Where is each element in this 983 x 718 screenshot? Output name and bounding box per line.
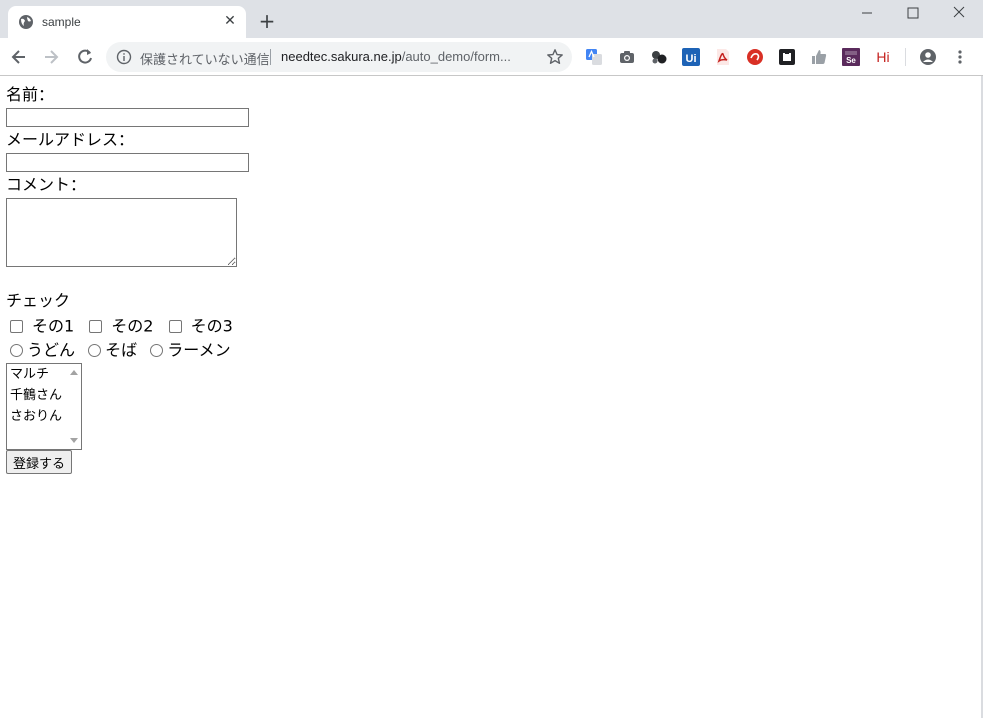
tab-title: sample	[42, 15, 81, 29]
comment-textarea[interactable]	[6, 198, 237, 267]
scroll-up-arrow-icon[interactable]	[70, 370, 78, 375]
thumbs-up-extension-icon[interactable]	[810, 48, 828, 66]
list-scrollbar[interactable]	[66, 364, 81, 449]
window-close-icon[interactable]	[936, 2, 982, 24]
url-host: needtec.sakura.ne.jp	[281, 49, 402, 64]
scroll-down-arrow-icon[interactable]	[70, 438, 78, 443]
check-heading: チェック	[6, 291, 71, 310]
minimize-icon[interactable]	[844, 2, 890, 24]
tab-close-icon[interactable]: ✕	[222, 13, 238, 29]
checkbox[interactable]	[89, 320, 103, 333]
checkbox-group: その1 その2 その3	[10, 316, 243, 336]
selenium-extension-icon[interactable]: Se	[842, 48, 860, 66]
radio-group: うどん そば ラーメン	[10, 340, 241, 360]
profile-avatar-icon[interactable]	[919, 48, 937, 66]
svg-text:Ui: Ui	[686, 53, 697, 65]
url-divider	[270, 49, 271, 65]
hi-extension-icon[interactable]: Hi	[874, 48, 892, 66]
camera-extension-icon[interactable]	[618, 48, 636, 66]
comment-label: コメント：	[6, 175, 87, 194]
checkbox-label: その3	[190, 316, 233, 336]
url-text[interactable]: needtec.sakura.ne.jp/auto_demo/form...	[281, 49, 511, 64]
radio-label: そば	[105, 340, 138, 360]
toolbar-divider	[905, 48, 906, 66]
svg-text:Se: Se	[846, 56, 856, 65]
more-menu-icon[interactable]	[951, 48, 969, 66]
radio-label: うどん	[27, 340, 76, 360]
info-icon[interactable]	[116, 49, 132, 65]
name-input[interactable]	[6, 108, 249, 127]
radio-button[interactable]	[150, 344, 164, 357]
checkbox[interactable]	[10, 320, 23, 333]
reload-icon[interactable]	[75, 47, 95, 67]
checkbox-option-1[interactable]: その1	[10, 316, 74, 337]
svg-text:Hi: Hi	[876, 49, 889, 65]
email-input[interactable]	[6, 153, 249, 172]
security-label: 保護されていない通信	[140, 53, 270, 68]
email-label: メールアドレス：	[6, 130, 135, 149]
black-square-extension-icon[interactable]	[778, 48, 796, 66]
tab-strip: sample ✕ +	[0, 0, 983, 38]
submit-button[interactable]: 登録する	[6, 450, 73, 474]
back-icon[interactable]	[9, 47, 29, 67]
radio-button[interactable]	[10, 344, 23, 357]
radio-label: ラーメン	[167, 340, 231, 360]
radio-option-soba[interactable]: そば	[88, 340, 137, 361]
url-path: /auto_demo/form...	[401, 49, 511, 64]
bookmark-star-icon[interactable]	[546, 48, 564, 66]
translate-extension-icon[interactable]	[585, 48, 603, 66]
checkbox-label: その1	[32, 316, 75, 336]
pdf-extension-icon[interactable]	[714, 48, 732, 66]
radio-option-udon[interactable]: うどん	[10, 340, 75, 361]
radio-option-ramen[interactable]: ラーメン	[150, 340, 231, 361]
checkbox-option-2[interactable]: その2	[89, 316, 153, 337]
ui-extension-icon[interactable]: Ui	[682, 48, 700, 66]
checkbox[interactable]	[168, 320, 182, 333]
name-label: 名前：	[6, 85, 55, 104]
new-tab-icon[interactable]: +	[257, 11, 277, 31]
address-bar[interactable]: 保護されていない通信 needtec.sakura.ne.jp/auto_dem…	[106, 42, 572, 72]
maximize-icon[interactable]	[890, 2, 936, 24]
checkbox-option-3[interactable]: その3	[168, 316, 233, 337]
dots-extension-icon[interactable]	[650, 48, 668, 66]
red-circle-extension-icon[interactable]	[746, 48, 764, 66]
globe-icon	[19, 15, 33, 29]
multi-select-list[interactable]: マルチ 千鶴さん さおりん	[6, 363, 82, 450]
page-content: 名前： メールアドレス： コメント： チェック その1 その2 その3 うどん …	[0, 76, 983, 718]
radio-button[interactable]	[88, 344, 102, 357]
checkbox-label: その2	[111, 316, 154, 336]
tab-sample[interactable]: sample ✕	[8, 6, 246, 38]
forward-icon[interactable]	[41, 47, 61, 67]
